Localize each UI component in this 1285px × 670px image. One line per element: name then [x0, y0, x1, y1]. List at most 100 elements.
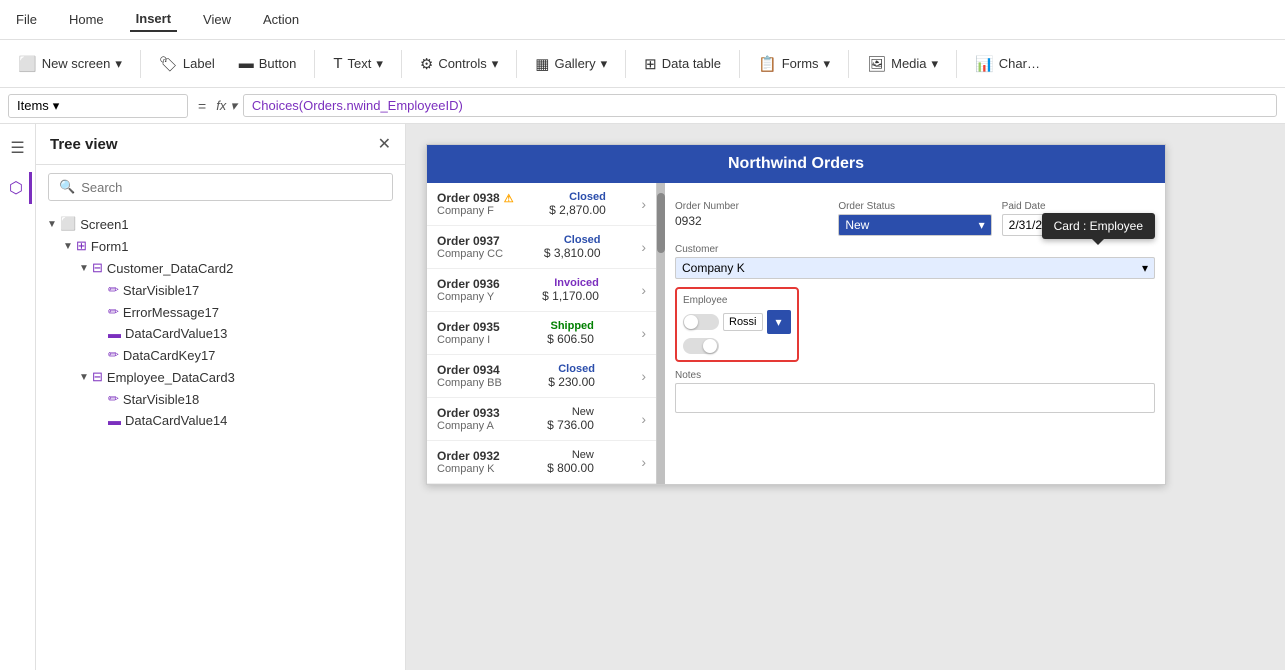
tree-node-datacardvalue13[interactable]: ▬ DataCardValue13	[36, 323, 405, 344]
notes-input[interactable]	[675, 383, 1155, 413]
sidebar-toggle: ☰ ⬡	[0, 124, 36, 670]
layers-icon[interactable]: ⬡	[3, 172, 32, 204]
tree-node-form1[interactable]: ▼ ⊞ Form1	[36, 235, 405, 257]
detail-row-2: Customer Company K ▾	[675, 244, 1155, 279]
label-icon: 🏷	[159, 55, 178, 73]
order-number: Order 0935	[437, 320, 500, 334]
expand-icon: ▼	[60, 241, 76, 252]
edit-icon: ✏	[108, 347, 119, 363]
search-box: 🔍	[48, 173, 393, 201]
label-button[interactable]: 🏷 Label	[149, 50, 225, 78]
tree-node-employee-dc3[interactable]: ▼ ⊟ Employee_DataCard3	[36, 366, 405, 388]
menu-toggle-icon[interactable]: ☰	[4, 132, 30, 164]
label-icon: ▬	[108, 326, 121, 341]
order-company: Company Y	[437, 291, 500, 303]
divider-1	[140, 50, 141, 78]
edit-icon: ✏	[108, 282, 119, 298]
chevron-right-icon: ›	[641, 454, 646, 470]
order-item-0935[interactable]: Order 0935 Company I Shipped $ 606.50 ›	[427, 312, 656, 355]
employee-toggle-1[interactable]	[683, 314, 719, 330]
search-icon: 🔍	[59, 179, 75, 195]
controls-button[interactable]: ⚙ Controls ▾	[410, 50, 508, 78]
order-number-label: Order Number	[675, 201, 828, 212]
tree-node-starvisible18[interactable]: ✏ StarVisible18	[36, 388, 405, 410]
main-layout: ☰ ⬡ Tree view ✕ 🔍 ▼ ⬜ Screen1 ▼ ⊞ Form1	[0, 124, 1285, 670]
tree-node-datacardkey17[interactable]: ✏ DataCardKey17	[36, 344, 405, 366]
employee-dropdown-button[interactable]: ▾	[767, 310, 791, 334]
order-amount: $ 736.00	[547, 418, 594, 432]
notes-label: Notes	[675, 370, 1155, 381]
warning-icon: ⚠	[504, 192, 514, 205]
app-body: Order 0938 ⚠ Company F Closed $ 2,870.00…	[427, 183, 1165, 484]
gallery-button[interactable]: ▦ Gallery ▾	[525, 50, 617, 78]
order-status: Shipped	[547, 320, 594, 332]
order-status: New	[547, 449, 594, 461]
tree-content: ▼ ⬜ Screen1 ▼ ⊞ Form1 ▼ ⊟ Customer_DataC…	[36, 209, 405, 670]
scroll-thumb	[657, 193, 665, 253]
customer-select[interactable]: Company K ▾	[675, 257, 1155, 279]
node-label-screen1: Screen1	[80, 217, 128, 232]
menu-insert[interactable]: Insert	[130, 7, 177, 32]
data-table-icon: ⊞	[644, 55, 657, 73]
media-icon: 🖼	[867, 55, 886, 73]
list-scrollbar[interactable]	[657, 183, 665, 484]
app-header: Northwind Orders	[427, 145, 1165, 183]
menu-view[interactable]: View	[197, 8, 237, 31]
order-number: Order 0934	[437, 363, 502, 377]
node-label-starvisible18: StarVisible18	[123, 392, 199, 407]
formula-input[interactable]	[243, 94, 1277, 117]
form-icon: ⊞	[76, 238, 87, 254]
tree-close-button[interactable]: ✕	[378, 134, 391, 154]
expand-icon: ▼	[76, 372, 92, 383]
order-status: Closed	[544, 234, 601, 246]
order-info: Order 0938 ⚠ Company F	[437, 191, 514, 217]
menu-home[interactable]: Home	[63, 8, 110, 31]
datacard-icon: ⊟	[92, 369, 103, 385]
property-dropdown[interactable]: Items ▾	[8, 94, 188, 118]
employee-row-1: Rossi ▾	[683, 310, 791, 334]
order-item-0938[interactable]: Order 0938 ⚠ Company F Closed $ 2,870.00…	[427, 183, 656, 226]
tree-header: Tree view ✕	[36, 124, 405, 165]
tree-node-starvisible17[interactable]: ✏ StarVisible17	[36, 279, 405, 301]
text-button[interactable]: T Text ▾	[323, 50, 393, 77]
search-input[interactable]	[81, 180, 382, 195]
tree-node-errormessage17[interactable]: ✏ ErrorMessage17	[36, 301, 405, 323]
employee-value[interactable]: Rossi	[723, 313, 763, 331]
order-info: Order 0936 Company Y	[437, 277, 500, 303]
employee-row-2	[683, 338, 791, 354]
order-item-0934[interactable]: Order 0934 Company BB Closed $ 230.00 ›	[427, 355, 656, 398]
forms-button[interactable]: 📋 Forms ▾	[748, 50, 840, 78]
media-button[interactable]: 🖼 Media ▾	[857, 50, 948, 78]
order-amount: $ 606.50	[547, 332, 594, 346]
employee-toggle-2[interactable]	[683, 338, 719, 354]
data-table-button[interactable]: ⊞ Data table	[634, 50, 731, 78]
order-amount: $ 2,870.00	[549, 203, 606, 217]
divider-2	[314, 50, 315, 78]
order-item-0936[interactable]: Order 0936 Company Y Invoiced $ 1,170.00…	[427, 269, 656, 312]
detail-pane: Card : Employee Order Number 0932 Order …	[665, 183, 1165, 484]
button-button[interactable]: ▬ Button	[229, 50, 307, 77]
order-item-0937[interactable]: Order 0937 Company CC Closed $ 3,810.00 …	[427, 226, 656, 269]
new-screen-button[interactable]: ⬜ New screen ▾	[8, 50, 132, 78]
order-item-0933[interactable]: Order 0933 Company A New $ 736.00 ›	[427, 398, 656, 441]
menu-file[interactable]: File	[10, 8, 43, 31]
chart-button[interactable]: 📊 Char…	[965, 50, 1050, 78]
tree-node-screen1[interactable]: ▼ ⬜ Screen1	[36, 213, 405, 235]
chevron-right-icon: ›	[641, 325, 646, 341]
detail-row-employee: Employee Rossi ▾	[675, 287, 1155, 362]
screen-icon: ⬜	[60, 216, 76, 232]
order-number-field: Order Number 0932	[675, 201, 828, 236]
tree-node-customer-dc2[interactable]: ▼ ⊟ Customer_DataCard2	[36, 257, 405, 279]
customer-label: Customer	[675, 244, 1155, 255]
tree-title: Tree view	[50, 136, 118, 153]
order-status: Closed	[549, 191, 606, 203]
menu-action[interactable]: Action	[257, 8, 305, 31]
tree-node-datacardvalue14[interactable]: ▬ DataCardValue14	[36, 410, 405, 431]
order-item-0932[interactable]: Order 0932 Company K New $ 800.00 ›	[427, 441, 656, 484]
employee-label: Employee	[683, 295, 791, 306]
node-label-employee-dc3: Employee_DataCard3	[107, 370, 235, 385]
edit-icon: ✏	[108, 391, 119, 407]
order-company: Company F	[437, 205, 514, 217]
formula-bar: Items ▾ = fx ▾	[0, 88, 1285, 124]
order-status-select[interactable]: New ▾	[838, 214, 991, 236]
